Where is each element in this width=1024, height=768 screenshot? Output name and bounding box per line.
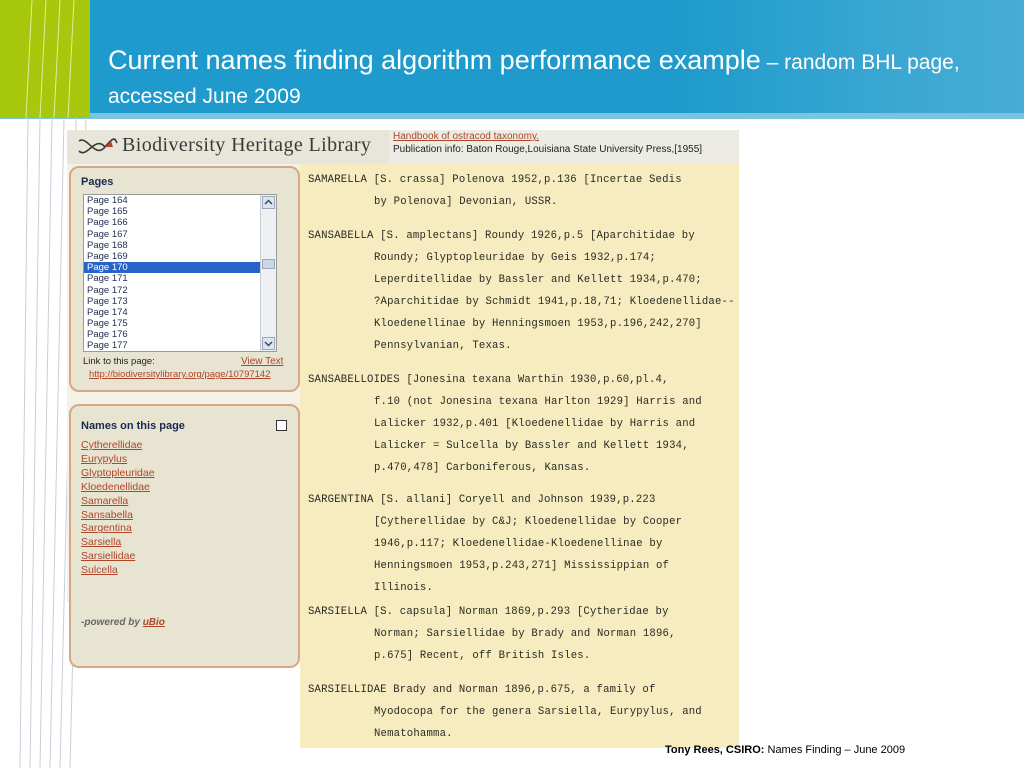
names-panel: Names on this page Cytherellidae Eurypylu… <box>69 404 300 668</box>
name-link[interactable]: Sansabella <box>81 509 155 523</box>
scanned-text-line: [Cytherellidae by C&J; Kloedenellidae by… <box>374 516 683 528</box>
scanned-text-line: Nematohamma. <box>374 728 453 740</box>
scroll-down-button[interactable] <box>262 337 275 350</box>
name-link[interactable]: Sargentina <box>81 522 155 536</box>
dna-helix-icon <box>78 138 118 154</box>
publication-info: Publication info: Baton Rouge,Louisiana … <box>393 144 703 155</box>
page-list[interactable]: Page 164 Page 165 Page 166 Page 167 Page 168… <box>83 194 277 352</box>
footer-author: Tony Rees, CSIRO: <box>665 744 765 756</box>
bhl-logo-text: Biodiversity Heritage Library <box>122 134 372 156</box>
slide-title-main: Current names finding algorithm performa… <box>108 45 761 75</box>
scanned-text-line: p.470,478] Carboniferous, Kansas. <box>374 462 591 474</box>
view-text-link[interactable]: View Text <box>241 356 283 367</box>
name-link[interactable]: Cytherellidae <box>81 439 155 453</box>
name-link[interactable]: Glyptopleuridae <box>81 467 155 481</box>
page-list-item[interactable]: Page 175 <box>84 318 260 329</box>
scanned-text-line: SAMARELLA [S. crassa] Polenova 1952,p.13… <box>308 174 682 186</box>
scanned-page-image: SAMARELLA [S. crassa] Polenova 1952,p.13… <box>300 164 739 748</box>
pages-panel: Pages Page 164 Page 165 Page 166 Page 167 Pa… <box>69 166 300 392</box>
page-list-item[interactable]: Page 171 <box>84 273 260 284</box>
page-permalink[interactable]: http://biodiversitylibrary.org/page/1079… <box>89 369 271 380</box>
bhl-screenshot: Biodiversity Heritage Library Handbook o… <box>67 130 739 748</box>
scanned-text-line: p.675] Recent, off British Isles. <box>374 650 591 662</box>
powered-by-label: -powered by <box>81 617 143 628</box>
scanned-text-line: ?Aparchitidae by Schmidt 1941,p.18,71; K… <box>374 296 735 308</box>
page-list-item[interactable]: Page 168 <box>84 240 260 251</box>
scanned-text-line: Norman; Sarsiellidae by Brady and Norman… <box>374 628 676 640</box>
names-toggle-checkbox[interactable] <box>276 420 287 431</box>
page-list-item[interactable]: Page 164 <box>84 195 260 206</box>
link-to-page-label: Link to this page: <box>83 356 155 367</box>
page-list-scrollbar[interactable] <box>260 195 276 351</box>
page-list-item[interactable]: Page 174 <box>84 307 260 318</box>
name-link[interactable]: Eurypylus <box>81 453 155 467</box>
scanned-text-line: Roundy; Glyptopleuridae by Geis 1932,p.1… <box>374 252 656 264</box>
chevron-down-icon <box>264 341 273 347</box>
scanned-text-line: SARGENTINA [S. allani] Coryell and Johns… <box>308 494 656 506</box>
scanned-text-line: by Polenova] Devonian, USSR. <box>374 196 558 208</box>
page-list-item[interactable]: Page 167 <box>84 229 260 240</box>
page-list-item[interactable]: Page 173 <box>84 296 260 307</box>
scanned-text-line: Illinois. <box>374 582 434 594</box>
bhl-topbar: Biodiversity Heritage Library Handbook o… <box>67 130 739 165</box>
page-list-items: Page 164 Page 165 Page 166 Page 167 Page 168… <box>84 195 260 351</box>
name-link[interactable]: Kloedenellidae <box>81 481 155 495</box>
scanned-text-line: Leperditellidae by Bassler and Kellett 1… <box>374 274 702 286</box>
page-list-item[interactable]: Page 172 <box>84 285 260 296</box>
ubio-link[interactable]: uBio <box>143 617 165 628</box>
names-panel-title: Names on this page <box>81 420 185 432</box>
scanned-text-line: Lalicker = Sulcella by Bassler and Kelle… <box>374 440 689 452</box>
page-list-item[interactable]: Page 170 <box>84 262 260 274</box>
page-list-item[interactable]: Page 166 <box>84 217 260 228</box>
pages-panel-title: Pages <box>81 176 114 188</box>
bhl-logo[interactable]: Biodiversity Heritage Library <box>67 130 389 164</box>
page-list-item[interactable]: Page 169 <box>84 251 260 262</box>
slide-footer: Tony Rees, CSIRO: Names Finding – June 2… <box>665 744 905 756</box>
scanned-text-line: SARSIELLIDAE Brady and Norman 1896,p.675… <box>308 684 656 696</box>
name-link[interactable]: Samarella <box>81 495 155 509</box>
name-link[interactable]: Sarsiella <box>81 536 155 550</box>
chevron-up-icon <box>264 199 273 205</box>
publication-title-link[interactable]: Handbook of ostracod taxonomy. <box>393 131 539 142</box>
name-link[interactable]: Sulcella <box>81 564 155 578</box>
powered-by: -powered by uBio <box>81 617 165 628</box>
scanned-text-line: Pennsylvanian, Texas. <box>374 340 512 352</box>
scanned-text-line: Myodocopa for the genera Sarsiella, Eury… <box>374 706 702 718</box>
scanned-text-line: f.10 (not Jonesina texana Harlton 1929] … <box>374 396 702 408</box>
scanned-text-line: SANSABELLOIDES [Jonesina texana Warthin … <box>308 374 669 386</box>
page-list-item[interactable]: Page 176 <box>84 329 260 340</box>
scanned-text-line: Lalicker 1932,p.401 [Kloedenellidae by H… <box>374 418 696 430</box>
page-list-item[interactable]: Page 177 <box>84 340 260 351</box>
scroll-up-button[interactable] <box>262 196 275 209</box>
name-link[interactable]: Sarsiellidae <box>81 550 155 564</box>
scanned-text-line: Kloedenellinae by Henningsmoen 1953,p.19… <box>374 318 702 330</box>
scanned-text-line: 1946,p.117; Kloedenellidae-Kloedenellina… <box>374 538 663 550</box>
bhl-left-column: Pages Page 164 Page 165 Page 166 Page 167 Pa… <box>67 164 300 668</box>
scanned-text-line: Henningsmoen 1953,p.243,271] Mississippi… <box>374 560 670 572</box>
scroll-thumb[interactable] <box>262 259 275 269</box>
scanned-text-line: SARSIELLA [S. capsula] Norman 1869,p.293… <box>308 606 669 618</box>
scanned-text-line: SANSABELLA [S. amplectans] Roundy 1926,p… <box>308 230 695 242</box>
names-list: Cytherellidae Eurypylus Glyptopleuridae Klo… <box>81 439 155 578</box>
slide-title: Current names finding algorithm performa… <box>108 44 988 115</box>
page-list-item[interactable]: Page 165 <box>84 206 260 217</box>
footer-text: Names Finding – June 2009 <box>764 744 906 756</box>
